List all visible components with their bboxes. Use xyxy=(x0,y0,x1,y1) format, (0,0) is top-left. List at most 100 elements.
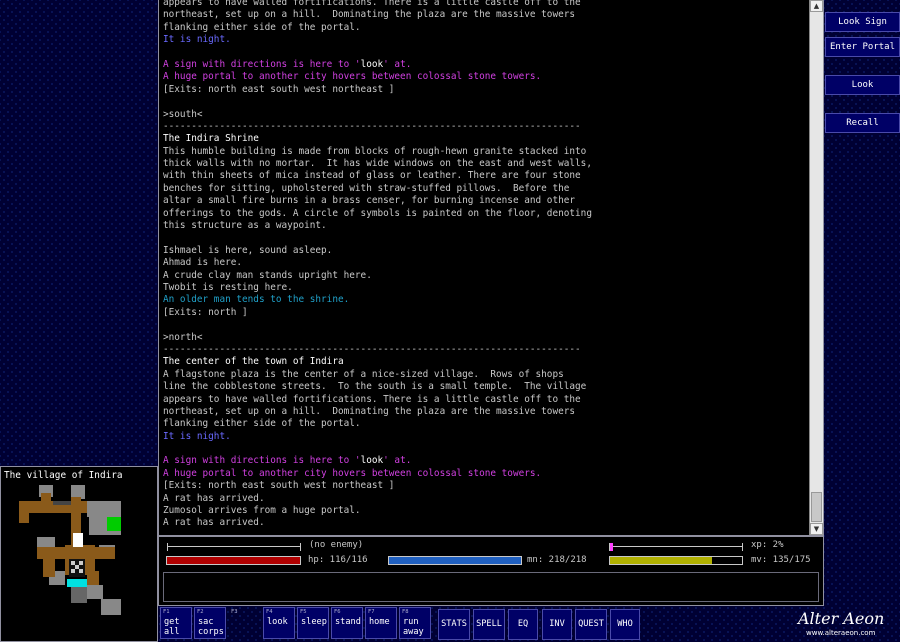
output-line: The Indira Shrine xyxy=(163,133,807,145)
scroll-thumb[interactable] xyxy=(811,492,822,522)
output-segment: this structure as a waypoint. xyxy=(163,220,327,232)
output-segment: A huge portal to another city hovers bet… xyxy=(163,467,542,479)
area-map[interactable] xyxy=(1,479,157,641)
output-segment: A huge portal to another city hovers bet… xyxy=(163,71,542,83)
fkey-label: sac corps xyxy=(198,617,224,637)
fkey-label: home xyxy=(369,617,390,627)
xp-bar xyxy=(609,543,743,551)
output-scrollbar[interactable]: ▲ ▼ xyxy=(809,0,823,535)
output-segment: A crude clay man stands upright here. xyxy=(163,269,372,281)
output-segment: ' at. xyxy=(383,58,412,70)
output-line: thick walls with no mortar. It has wide … xyxy=(163,158,807,170)
f7-home-button[interactable]: F7 home xyxy=(365,607,397,639)
fkey-number: F4 xyxy=(266,609,273,615)
f5-sleep-button[interactable]: F5 sleep xyxy=(297,607,329,639)
f3-empty-button[interactable]: F3 xyxy=(228,607,260,639)
eq-button[interactable]: EQ xyxy=(508,609,538,640)
output-segment: [Exits: north ] xyxy=(163,306,248,318)
output-line: Twobit is resting here. xyxy=(163,282,807,294)
output-segment: northeast, set up on a hill. Dominating … xyxy=(163,405,576,417)
output-line: Ishmael is here, sound asleep. xyxy=(163,245,807,257)
output-segment: The Indira Shrine xyxy=(163,133,259,145)
scroll-up-arrow-icon[interactable]: ▲ xyxy=(810,0,823,12)
output-segment: northeast, set up on a hill. Dominating … xyxy=(163,9,576,21)
hp-bar xyxy=(166,556,301,565)
output-segment: altar a small fire burns in a brass cens… xyxy=(163,195,576,207)
f4-look-button[interactable]: F4 look xyxy=(263,607,295,639)
output-segment: [Exits: north east south west northeast … xyxy=(163,480,395,492)
fkey-number: F1 xyxy=(163,609,170,615)
recall-button[interactable]: Recall xyxy=(825,113,900,133)
output-line: offerings to the gods. A circle of symbo… xyxy=(163,208,807,220)
output-line: [Exits: north ] xyxy=(163,307,807,319)
mana-bar xyxy=(388,556,522,565)
player-location-icon xyxy=(69,559,85,577)
output-segment: ' at. xyxy=(383,455,412,467)
output-segment: >north< xyxy=(163,331,203,343)
spell-button[interactable]: SPELL xyxy=(473,609,505,640)
f8-run-away-button[interactable]: F8 run away xyxy=(399,607,431,639)
output-line: It is night. xyxy=(163,431,807,443)
command-input[interactable] xyxy=(163,572,819,602)
output-line: with thin sheets of mica instead of glas… xyxy=(163,170,807,182)
map-green-room xyxy=(107,517,121,531)
output-segment: look xyxy=(360,58,384,70)
fkey-number: F3 xyxy=(231,609,238,615)
look-button[interactable]: Look xyxy=(825,75,900,95)
output-segment: appears to have walled fortifications. T… xyxy=(163,393,581,405)
output-segment: A rat has arrived. xyxy=(163,492,265,504)
output-segment: flanking either side of the portal. xyxy=(163,21,361,33)
move-bar xyxy=(609,556,743,565)
map-shrine-room xyxy=(71,587,87,603)
fkey-label: sleep xyxy=(301,617,327,627)
map-white-room xyxy=(73,533,83,547)
output-segment: look xyxy=(360,455,384,467)
f2-sac-corps-button[interactable]: F2 sac corps xyxy=(194,607,226,639)
main-output-window[interactable]: appears to have walled fortifications. T… xyxy=(158,0,824,536)
scroll-down-arrow-icon[interactable]: ▼ xyxy=(810,523,823,535)
hp-label: hp: 116/116 xyxy=(308,555,368,565)
move-bar-fill xyxy=(610,557,712,564)
fkey-label: look xyxy=(267,617,288,627)
output-segment: flanking either side of the portal. xyxy=(163,418,361,430)
output-line: A flagstone plaza is the center of a nic… xyxy=(163,369,807,381)
enemy-status-label: (no enemy) xyxy=(309,540,364,550)
output-segment: It is night. xyxy=(163,430,231,442)
mana-bar-fill xyxy=(389,557,521,564)
output-segment: with thin sheets of mica instead of glas… xyxy=(163,170,581,182)
enemy-health-bar xyxy=(167,543,301,551)
output-line: northeast, set up on a hill. Dominating … xyxy=(163,406,807,418)
output-segment: A sign with directions is here to ' xyxy=(163,58,361,70)
f6-stand-button[interactable]: F6 stand xyxy=(331,607,363,639)
inv-button[interactable]: INV xyxy=(542,609,572,640)
stats-button[interactable]: STATS xyxy=(438,609,470,640)
game-output-text: appears to have walled fortifications. T… xyxy=(163,0,807,533)
output-segment: benches for sitting, upholstered with st… xyxy=(163,182,570,194)
enter-portal-button[interactable]: Enter Portal xyxy=(825,37,900,57)
output-segment: [Exits: north east south west northeast … xyxy=(163,83,395,95)
output-segment: Ahmad is here. xyxy=(163,257,243,269)
fkey-number: F7 xyxy=(368,609,375,615)
output-line: A sign with directions is here to 'look'… xyxy=(163,455,807,467)
output-line: A rat has arrived. xyxy=(163,493,807,505)
output-segment: A sign with directions is here to ' xyxy=(163,455,361,467)
map-portal-room xyxy=(67,579,87,587)
fkey-number: F5 xyxy=(300,609,307,615)
fkey-number: F6 xyxy=(334,609,341,615)
fkey-number: F8 xyxy=(402,609,409,615)
quest-button[interactable]: QUEST xyxy=(575,609,607,640)
output-line: A huge portal to another city hovers bet… xyxy=(163,468,807,480)
output-line: flanking either side of the portal. xyxy=(163,418,807,430)
output-line: benches for sitting, upholstered with st… xyxy=(163,183,807,195)
who-button[interactable]: WHO xyxy=(610,609,640,640)
output-line: A huge portal to another city hovers bet… xyxy=(163,71,807,83)
output-line: [Exits: north east south west northeast … xyxy=(163,84,807,96)
look-sign-button[interactable]: Look Sign xyxy=(825,12,900,32)
output-line: flanking either side of the portal. xyxy=(163,22,807,34)
map-panel[interactable]: The village of Indira xyxy=(0,466,158,642)
f1-get-all-button[interactable]: F1 get all xyxy=(160,607,192,639)
